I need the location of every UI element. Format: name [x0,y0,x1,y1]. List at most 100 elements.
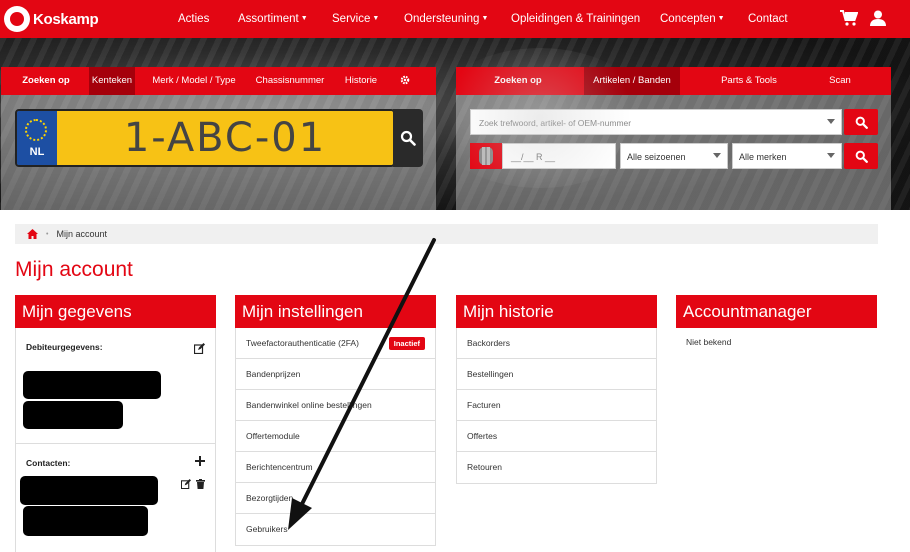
list-item-facturen[interactable]: Facturen [457,390,656,421]
card-title: Mijn gegevens [15,295,216,328]
card-mijn-gegevens: Mijn gegevens Debiteurgegevens: Contacte… [15,295,216,552]
list-item-label: Offertes [467,431,498,441]
list-item-retouren[interactable]: Retouren [457,452,656,483]
contacten-section: Contacten: [16,444,215,552]
season-select-value: Alle seizoenen [627,152,686,162]
card-title: Mijn instellingen [235,295,436,328]
instellingen-list: Tweefactorauthenticatie (2FA) Inactief B… [235,328,436,546]
list-item-bandenwinkel[interactable]: Bandenwinkel online bestellingen [236,390,435,421]
eu-stars-icon [25,119,47,141]
list-item-label: Bandenwinkel online bestellingen [246,400,372,410]
card-mijn-instellingen: Mijn instellingen Tweefactorauthenticati… [235,295,436,546]
vehicle-search-panel: Zoeken op Kenteken Merk / Model / Type C… [1,67,436,210]
nav-item-contact[interactable]: Contact [748,13,788,25]
debiteur-label: Debiteurgegevens: [26,342,103,352]
nav-item-concepten[interactable]: Concepten ▼ [660,13,725,25]
chevron-down-icon[interactable] [827,119,835,124]
breadcrumb-current: Mijn account [56,229,107,239]
list-item-label: Bandenprijzen [246,369,301,379]
search-icon [855,150,868,163]
nav-item-ondersteuning[interactable]: Ondersteuning ▼ [404,13,488,25]
settings-gear-icon[interactable] [397,67,413,95]
list-item-berichtencentrum[interactable]: Berichtencentrum [236,452,435,483]
tab-merk-model-type[interactable]: Merk / Model / Type [149,67,239,95]
list-item-label: Bezorgtijden [246,493,294,503]
tab-chassisnummer[interactable]: Chassisnummer [253,67,327,95]
chevron-down-icon [713,153,721,158]
list-item-label: Offertemodule [246,431,300,441]
list-item-offertes[interactable]: Offertes [457,421,656,452]
list-item-label: Bestellingen [467,369,514,379]
user-icon[interactable] [870,10,886,26]
status-badge: Inactief [388,337,425,350]
brand-select-value: Alle merken [739,152,787,162]
card-mijn-historie: Mijn historie Backorders Bestellingen Fa… [456,295,657,484]
contacten-label: Contacten: [26,458,71,468]
brand-select[interactable]: Alle merken [732,143,842,169]
redacted-block [23,401,123,429]
breadcrumb: • Mijn account [15,224,878,244]
list-item-bezorgtijden[interactable]: Bezorgtijden [236,483,435,514]
logo-mark [4,6,30,32]
tab-zoeken-op-label: Zoeken op [22,75,70,86]
list-item-label: Gebruikers [246,524,288,534]
card-title: Mijn historie [456,295,657,328]
vehicle-search-tabs: Zoeken op Kenteken Merk / Model / Type C… [1,67,436,95]
eu-flag-icon: NL [17,111,57,165]
list-item-bestellingen[interactable]: Bestellingen [457,359,656,390]
card-title: Accountmanager [676,295,877,328]
list-item-bandenprijzen[interactable]: Bandenprijzen [236,359,435,390]
accountmanager-value: Niet bekend [686,337,732,347]
nav-item-acties[interactable]: Acties [178,13,209,25]
caret-down-icon: ▼ [717,15,725,23]
gegevens-box: Debiteurgegevens: Contacten: [15,328,216,552]
cart-icon[interactable] [840,10,858,26]
tab-kenteken[interactable]: Kenteken [89,67,135,95]
edit-icon[interactable] [181,479,191,489]
nav-item-assortiment[interactable]: Assortiment ▼ [238,13,308,25]
list-item-offertemodule[interactable]: Offertemodule [236,421,435,452]
list-item-label: Retouren [467,462,502,472]
list-item-label: Tweefactorauthenticatie (2FA) [246,338,359,348]
tab-parts-tools[interactable]: Parts & Tools [714,67,784,95]
article-search-panel: Zoeken op Artikelen / Banden Parts & Too… [456,67,891,210]
plate-number[interactable]: 1-ABC-01 [57,111,393,165]
tire-search-button[interactable] [844,143,878,169]
hero-banner: Zoeken op Kenteken Merk / Model / Type C… [0,38,910,210]
search-icon [400,130,416,146]
article-search-tabs: Zoeken op Artikelen / Banden Parts & Too… [456,67,891,95]
list-item-backorders[interactable]: Backorders [457,328,656,359]
season-select[interactable]: Alle seizoenen [620,143,728,169]
redacted-block [20,476,158,505]
tab-scan[interactable]: Scan [822,67,858,95]
nav-item-opleidingen[interactable]: Opleidingen & Trainingen [511,13,640,25]
home-icon[interactable] [27,229,38,239]
logo-text: Koskamp [33,10,99,28]
redacted-block [23,506,148,536]
caret-down-icon: ▼ [300,15,308,23]
add-icon[interactable] [195,456,205,466]
tire-button[interactable] [470,143,502,169]
top-navigation: Koskamp Acties Assortiment ▼ Service ▼ Ond… [0,0,910,38]
caret-down-icon: ▼ [481,15,489,23]
license-plate-input[interactable]: NL 1-ABC-01 [15,109,395,167]
plate-search-button[interactable] [393,109,423,167]
breadcrumb-separator: • [46,230,49,238]
article-search-input[interactable]: Zoek trefwoord, artikel- of OEM-nummer [470,109,842,135]
article-search-button[interactable] [844,109,878,135]
tire-icon [479,147,493,165]
historie-list: Backorders Bestellingen Facturen Offerte… [456,328,657,484]
nav-item-service[interactable]: Service ▼ [332,13,379,25]
tab-zoeken-op-label: Zoeken op [494,75,542,86]
plate-country: NL [29,146,45,158]
list-item-2fa[interactable]: Tweefactorauthenticatie (2FA) Inactief [236,328,435,359]
logo[interactable]: Koskamp [4,6,134,32]
trash-icon[interactable] [196,479,205,489]
list-item-label: Facturen [467,400,501,410]
list-item-gebruikers[interactable]: Gebruikers [236,514,435,545]
tab-artikelen-banden[interactable]: Artikelen / Banden [584,67,680,95]
edit-icon[interactable] [194,343,205,354]
list-item-label: Berichtencentrum [246,462,313,472]
tire-size-input[interactable]: __/__ R __ [502,143,616,169]
tab-historie[interactable]: Historie [341,67,381,95]
